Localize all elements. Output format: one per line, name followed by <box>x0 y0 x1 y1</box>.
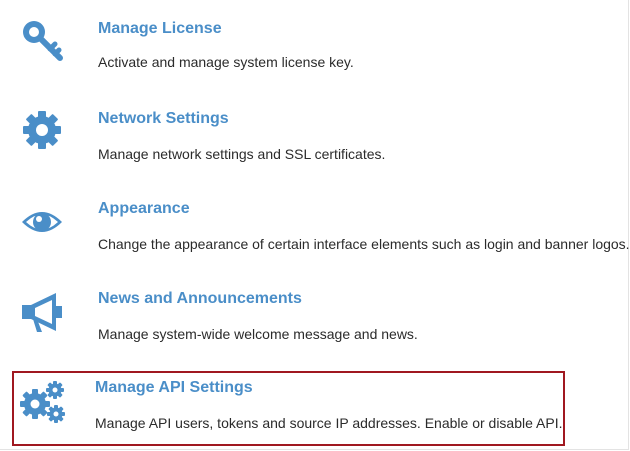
setting-title[interactable]: Manage License <box>98 20 222 38</box>
setting-description: Change the appearance of certain interfa… <box>98 236 630 252</box>
eye-icon <box>20 200 64 244</box>
key-icon <box>20 18 64 62</box>
setting-title[interactable]: Network Settings <box>98 110 229 128</box>
settings-panel: Manage License Activate and manage syste… <box>0 0 630 450</box>
highlight-box <box>12 371 565 446</box>
setting-title[interactable]: News and Announcements <box>98 290 302 308</box>
setting-appearance[interactable]: Appearance Change the appearance of cert… <box>0 180 630 270</box>
setting-description: Manage system-wide welcome message and n… <box>98 326 418 342</box>
gear-icon <box>20 108 64 152</box>
setting-news-announcements[interactable]: News and Announcements Manage system-wid… <box>0 270 630 360</box>
megaphone-icon <box>20 290 64 334</box>
setting-network-settings[interactable]: Network Settings Manage network settings… <box>0 90 630 180</box>
setting-description: Activate and manage system license key. <box>98 54 354 70</box>
setting-title[interactable]: Appearance <box>98 200 190 218</box>
setting-description: Manage network settings and SSL certific… <box>98 146 386 162</box>
setting-manage-license[interactable]: Manage License Activate and manage syste… <box>0 0 630 90</box>
